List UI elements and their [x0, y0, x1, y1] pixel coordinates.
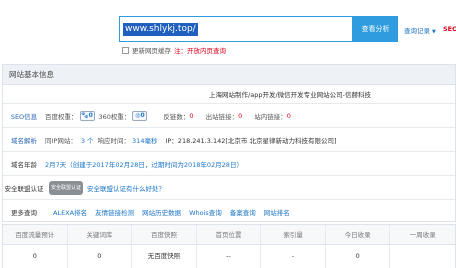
- w360-badge[interactable]: ◎ 0: [132, 110, 148, 121]
- link-site-rank[interactable]: 网站排名: [264, 207, 290, 217]
- security-label: 安全联盟认证: [4, 184, 44, 193]
- search-input-value: www.shlykj.top/: [123, 23, 198, 36]
- domain-age-value: 2月7天（创建于2017年02月28日，过期时间为2018年02月28日）: [45, 160, 243, 169]
- table-cell: --: [197, 245, 262, 268]
- same-ip-count[interactable]: 3 个: [81, 135, 94, 145]
- domain-age-row: 域名年龄 2月7天（创建于2017年02月28日，过期时间为2018年02月28…: [3, 151, 455, 175]
- update-cache-checkbox[interactable]: [122, 46, 129, 54]
- domain-search-input[interactable]: www.shlykj.top/: [119, 16, 353, 42]
- update-cache-label: 更新网页缓存: [132, 47, 171, 55]
- search-bar: www.shlykj.top/ 查看分析 查询记录 ▼ SEO 更新网页缓存 注：…: [0, 0, 456, 64]
- table-header-cell: 关键词库: [68, 225, 133, 244]
- security-benefit-link[interactable]: 安全联盟认证有什么好处？: [87, 183, 165, 193]
- outlinks-label: 出站链接：: [205, 112, 239, 121]
- security-row: 安全联盟认证 安全联盟认证 安全联盟认证有什么好处？: [3, 175, 455, 199]
- more-queries-links: ALEXA排名 友情链接检测 网站历史数据 Whois查询 备案查询 网站排名: [45, 207, 290, 217]
- chevron-down-icon: ▼: [432, 29, 436, 35]
- response-value: 314毫秒: [132, 136, 158, 145]
- update-cache-option: 更新网页缓存 注：开放内页查询: [122, 45, 226, 55]
- query-record-dropdown[interactable]: 查询记录 ▼: [404, 25, 436, 35]
- domain-resolve-label: 域名解析: [11, 136, 37, 145]
- more-queries-label: 更多查询: [11, 208, 37, 217]
- domain-resolve-row: 域名解析 同IP网站： 3 个 响应时间： 314毫秒 IP：218.241.3…: [3, 127, 455, 151]
- seo-label: SEO信息: [10, 112, 38, 121]
- inlinks-value[interactable]: 0: [287, 112, 291, 120]
- link-alexa[interactable]: ALEXA排名: [53, 207, 87, 217]
- table-header-cell: 百度流量预计: [3, 225, 68, 244]
- table-cell: [390, 245, 455, 268]
- baidu-paw-icon: 🐾: [81, 112, 89, 119]
- w360-label: 360权重：: [98, 112, 131, 121]
- backlinks-value[interactable]: 0: [189, 112, 193, 120]
- baidu-weight-label: 百度权重：: [45, 112, 78, 121]
- table-header-cell: 今日收录: [326, 225, 391, 244]
- stats-table-header: 百度流量预计 关键词库 百度快照 首页位置 索引量 今日收录 一周收录: [3, 225, 455, 245]
- domain-age-label: 域名年龄: [11, 160, 37, 169]
- table-cell[interactable]: 无百度快照: [132, 245, 197, 268]
- link-icp[interactable]: 备案查询: [230, 207, 256, 217]
- panel-title: 网站基本信息: [3, 65, 455, 85]
- table-header-cell: 索引量: [261, 225, 326, 244]
- site-title: 上海网站制作/app开发/微信开发专业网站公司-信赫科技: [209, 91, 371, 99]
- inlinks-label: 站内链接：: [254, 112, 287, 121]
- table-cell[interactable]: 0: [68, 245, 133, 268]
- response-label: 响应时间：: [97, 136, 131, 145]
- update-cache-note: 注：开放内页查询: [174, 47, 226, 55]
- outlinks-value[interactable]: 0: [238, 112, 242, 120]
- link-history[interactable]: 网站历史数据: [142, 207, 181, 217]
- site-info-panel: 网站基本信息 上海网站制作/app开发/微信开发专业网站公司-信赫科技 SEO信…: [2, 64, 456, 222]
- same-ip-label: 同IP网站：: [45, 136, 77, 145]
- link-whois[interactable]: Whois查询: [189, 207, 222, 217]
- ip-info[interactable]: IP：218.241.3.142[北京市 北京星律新动力科技有限公司]: [165, 135, 336, 145]
- seo-row: SEO信息 百度权重： 🐾 0 360权重： ◎ 0 反链数： 0 出站链接： 0 …: [3, 103, 455, 127]
- security-shield-badge[interactable]: 安全联盟认证: [49, 180, 83, 195]
- link-friend-links[interactable]: 友情链接检测: [95, 207, 134, 217]
- table-header-cell: 一周收录: [409, 231, 436, 239]
- table-cell: 0: [326, 245, 391, 268]
- backlinks-label: 反链数：: [163, 112, 190, 121]
- stats-table: 百度流量预计 关键词库 百度快照 首页位置 索引量 今日收录 一周收录 0 0 …: [2, 224, 456, 268]
- table-header-cell: 首页位置: [197, 225, 262, 244]
- view-analysis-button[interactable]: 查看分析: [353, 16, 398, 42]
- table-cell: -: [261, 245, 326, 268]
- table-header-cell: 百度快照: [132, 225, 197, 244]
- more-queries-row: 更多查询 ALEXA排名 友情链接检测 网站历史数据 Whois查询 备案查询 …: [3, 199, 455, 223]
- seo-link[interactable]: SEO: [443, 25, 456, 33]
- query-record-label: 查询记录: [404, 27, 430, 35]
- baidu-weight-badge[interactable]: 🐾 0: [79, 110, 95, 121]
- table-row: 0 0 无百度快照 -- - 0: [3, 245, 455, 268]
- table-cell: 0: [3, 245, 68, 268]
